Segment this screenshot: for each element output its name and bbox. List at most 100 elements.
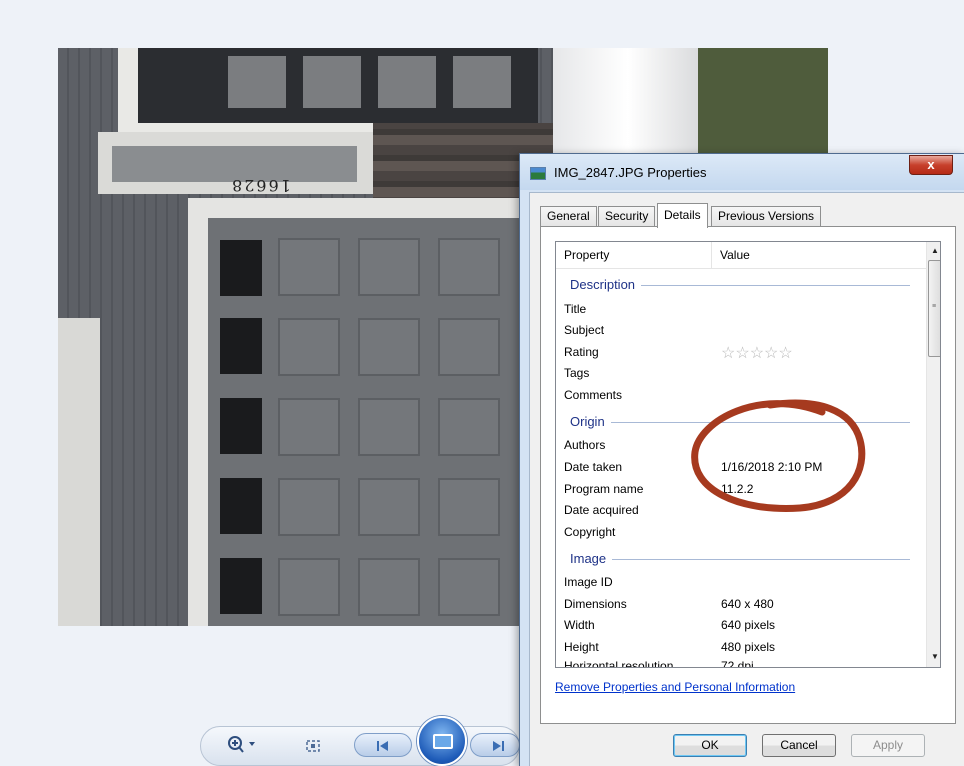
remove-properties-link[interactable]: Remove Properties and Personal Informati… <box>555 680 795 694</box>
column-header-property[interactable]: Property <box>556 242 711 269</box>
details-tab-page: Property Value Description Title Subject <box>540 226 956 724</box>
window-pane <box>303 56 361 108</box>
section-label: Origin <box>570 414 611 429</box>
star-icon[interactable]: ☆ <box>778 345 792 362</box>
section-divider <box>570 422 910 423</box>
tab-label: Security <box>605 209 649 223</box>
window-pane <box>378 56 436 108</box>
garage-door-panel <box>358 238 420 296</box>
property-value: 11.2.2 <box>721 482 754 496</box>
row-dimensions[interactable]: Dimensions 640 x 480 <box>556 594 926 615</box>
scroll-down-arrow-icon[interactable]: ▼ <box>927 648 940 665</box>
property-value: 1/16/2018 2:10 PM <box>721 460 823 474</box>
window-pane <box>453 56 511 108</box>
section-image[interactable]: Image <box>556 547 926 571</box>
garage-door-window <box>220 398 262 454</box>
garage-door-panel <box>438 398 500 456</box>
window-pane <box>228 56 286 108</box>
garage-door-panel <box>278 398 340 456</box>
tab-strip: General Security Details Previous Versio… <box>540 203 960 228</box>
scroll-up-arrow-icon[interactable]: ▲ <box>927 242 940 259</box>
property-value: 640 x 480 <box>721 597 774 611</box>
row-image-id[interactable]: Image ID <box>556 572 926 593</box>
tab-label: Details <box>664 208 701 222</box>
garage-door-window <box>220 240 262 296</box>
row-subject[interactable]: Subject <box>556 320 926 341</box>
next-button[interactable] <box>470 733 520 757</box>
close-icon: x <box>927 157 935 172</box>
cancel-button[interactable]: Cancel <box>762 734 836 757</box>
row-date-taken[interactable]: Date taken 1/16/2018 2:10 PM <box>556 457 926 478</box>
property-name: Comments <box>564 388 623 402</box>
garage-door-panel <box>278 478 340 536</box>
property-name: Title <box>564 302 587 316</box>
garage-door-panel <box>278 238 340 296</box>
property-name: Tags <box>564 366 590 380</box>
apply-button[interactable]: Apply <box>851 734 925 757</box>
slideshow-icon <box>433 734 453 749</box>
garage-door-panel <box>438 478 500 536</box>
properties-list[interactable]: Property Value Description Title Subject <box>555 241 941 668</box>
close-button[interactable]: x <box>909 155 953 175</box>
column-header-value[interactable]: Value <box>712 242 926 269</box>
property-name: Subject <box>564 323 605 337</box>
star-icon[interactable]: ☆ <box>750 345 764 362</box>
section-label: Image <box>570 551 613 566</box>
row-title[interactable]: Title <box>556 299 926 320</box>
row-rating[interactable]: Rating ☆☆☆☆☆ <box>556 342 926 363</box>
list-header: Property Value <box>556 242 926 269</box>
image-file-icon <box>530 167 546 180</box>
garage-door-panel <box>358 478 420 536</box>
row-height[interactable]: Height 480 pixels <box>556 637 926 658</box>
star-icon[interactable]: ☆ <box>735 345 749 362</box>
section-divider <box>570 559 910 560</box>
actual-size-button[interactable] <box>303 737 323 755</box>
next-icon <box>493 741 504 751</box>
star-rating[interactable]: ☆☆☆☆☆ <box>721 343 793 363</box>
row-tags[interactable]: Tags <box>556 363 926 384</box>
garage-door-window <box>220 478 262 534</box>
house-number: 16628 <box>230 176 291 195</box>
garage-door-panel <box>358 318 420 376</box>
zoom-button[interactable] <box>225 733 265 755</box>
tab-general[interactable]: General <box>540 206 597 227</box>
star-icon[interactable]: ☆ <box>764 345 778 362</box>
section-description[interactable]: Description <box>556 273 926 297</box>
property-name: Date taken <box>564 460 623 474</box>
vertical-scrollbar[interactable]: ▲ ≡ ▼ <box>926 242 940 667</box>
dialog-titlebar[interactable]: IMG_2847.JPG Properties x <box>520 154 964 190</box>
properties-dialog: IMG_2847.JPG Properties x General Securi… <box>519 153 964 766</box>
previous-icon <box>377 741 388 751</box>
scroll-thumb[interactable]: ≡ <box>928 260 940 357</box>
slideshow-button[interactable] <box>417 716 467 766</box>
lawn <box>698 48 828 158</box>
row-program-name[interactable]: Program name 11.2.2 <box>556 479 926 500</box>
garage-door-panel <box>278 558 340 616</box>
tab-label: General <box>547 209 590 223</box>
actual-size-icon <box>306 740 320 752</box>
row-date-acquired[interactable]: Date acquired <box>556 500 926 521</box>
row-width[interactable]: Width 640 pixels <box>556 615 926 636</box>
porch-post <box>58 318 100 626</box>
tab-previous-versions[interactable]: Previous Versions <box>711 206 822 227</box>
row-horizontal-resolution[interactable]: Horizontal resolution 72 dpi <box>556 656 926 668</box>
property-name: Date acquired <box>564 503 639 517</box>
tab-security[interactable]: Security <box>598 206 656 227</box>
row-authors[interactable]: Authors <box>556 435 926 456</box>
section-origin[interactable]: Origin <box>556 410 926 434</box>
garage-door-panel <box>438 238 500 296</box>
property-name: Dimensions <box>564 597 627 611</box>
row-comments[interactable]: Comments <box>556 385 926 406</box>
tab-details[interactable]: Details <box>657 203 708 228</box>
ok-button[interactable]: OK <box>673 734 747 757</box>
property-value: 72 dpi <box>721 659 754 668</box>
dialog-title: IMG_2847.JPG Properties <box>554 165 707 180</box>
magnifier-plus-icon <box>228 736 255 753</box>
star-icon[interactable]: ☆ <box>721 345 735 362</box>
garage-door-panel <box>438 318 500 376</box>
property-name: Image ID <box>564 575 613 589</box>
row-copyright[interactable]: Copyright <box>556 522 926 543</box>
property-value: 480 pixels <box>721 640 776 654</box>
tab-label: Previous Versions <box>718 209 815 223</box>
previous-button[interactable] <box>354 733 412 757</box>
